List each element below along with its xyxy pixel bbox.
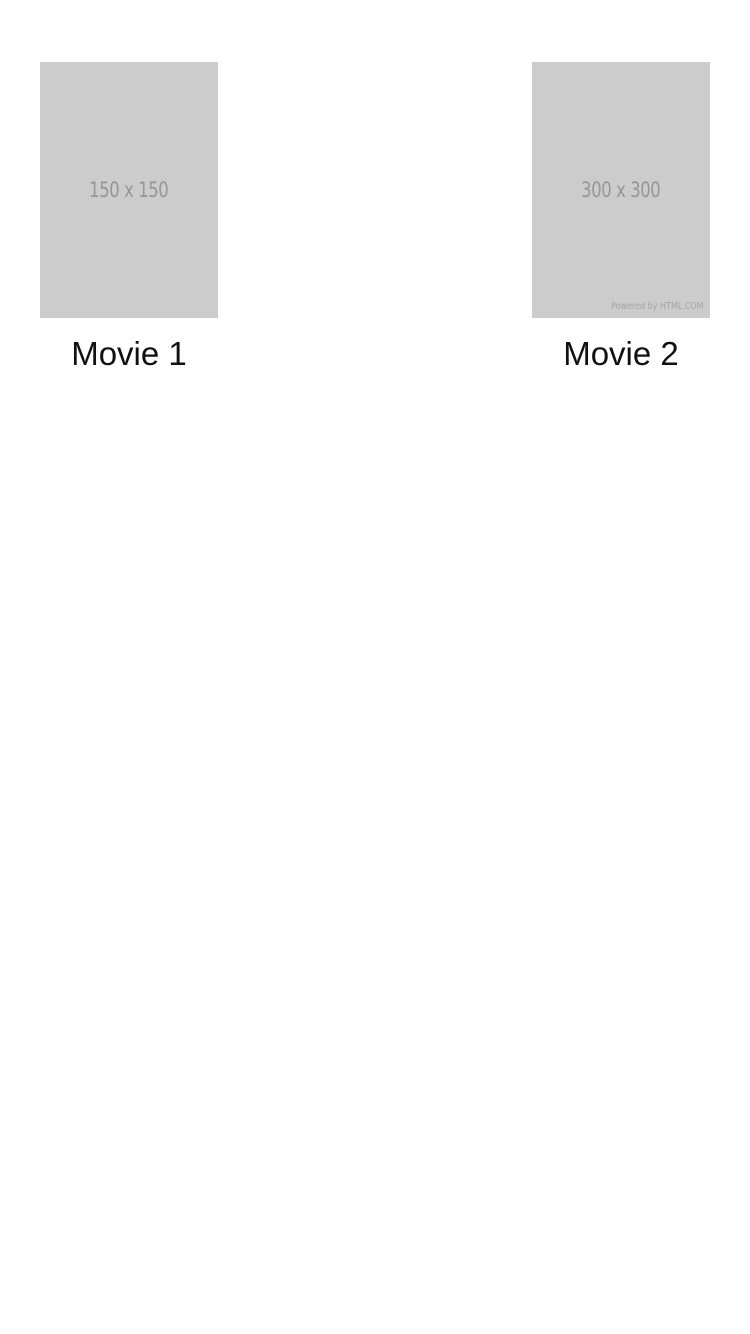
movie-title[interactable]: Movie 1 xyxy=(40,336,218,372)
poster-credit-text: Powered by HTML.COM xyxy=(611,301,705,312)
movie-card-1[interactable]: 150 x 150 Movie 1 xyxy=(40,62,218,372)
movie-card-2[interactable]: 300 x 300 Powered by HTML.COM Movie 2 xyxy=(532,62,710,372)
movie-title[interactable]: Movie 2 xyxy=(532,336,710,372)
movie-grid-screen: 150 x 150 Movie 1 300 x 300 Powered by H… xyxy=(0,0,750,1334)
poster-placeholder-text: 150 x 150 xyxy=(89,178,169,202)
poster-placeholder-text: 300 x 300 xyxy=(581,178,661,202)
movie-poster-image[interactable]: 300 x 300 Powered by HTML.COM xyxy=(532,62,710,318)
movie-poster-image[interactable]: 150 x 150 xyxy=(40,62,218,318)
